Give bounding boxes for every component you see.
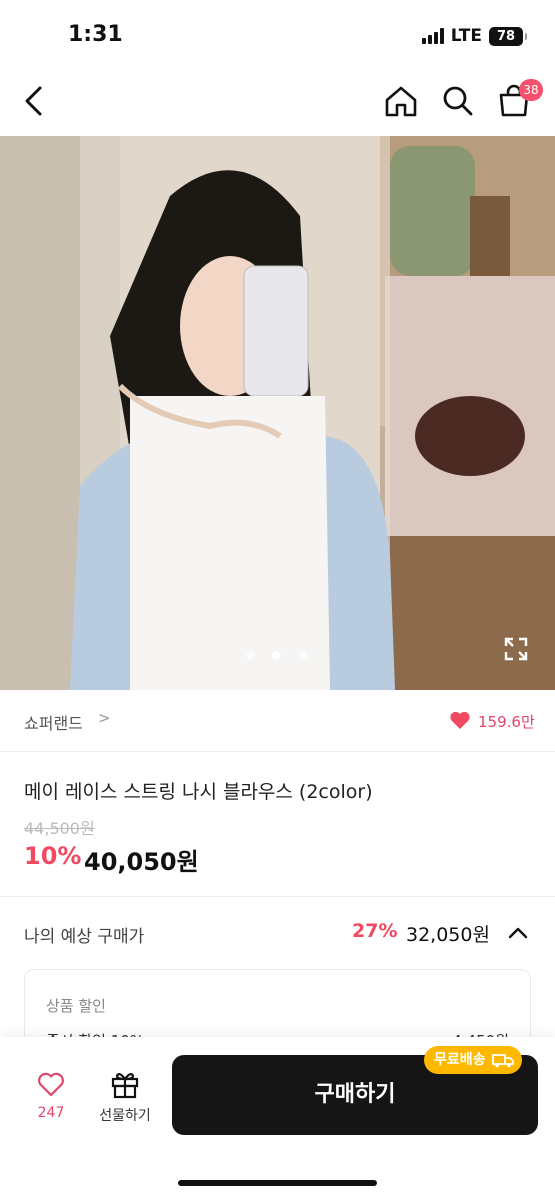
search-icon[interactable] [440,83,476,119]
section-divider [0,896,555,897]
home-indicator [178,1180,377,1186]
gift-button[interactable]: 선물하기 [90,1067,160,1129]
brand-name-link[interactable]: 쇼퍼랜드 [24,710,83,734]
battery-icon: 78 [489,26,527,46]
free-shipping-label: 무료배송 [434,1052,486,1068]
product-image[interactable] [0,136,555,690]
brand-row: 쇼퍼랜드 > 159.6만 [0,690,555,752]
like-count: 159.6만 [478,713,535,731]
product-title: 메이 레이스 스트링 나시 블라우스 (2color) [24,781,373,803]
wishlist-count: 247 [37,1105,65,1121]
home-icon[interactable] [383,83,419,119]
pagination-dot[interactable] [246,651,255,660]
status-time: 1:31 [68,22,123,47]
image-pagination [246,651,307,660]
product-photo [0,136,555,690]
signal-icon [421,28,444,44]
network-label: LTE [450,26,482,46]
sale-price: 40,050원 [84,848,199,876]
chevron-up-icon[interactable] [507,922,529,944]
status-bar: 1:31 LTE 78 [0,0,555,66]
delivery-truck-icon [491,1054,514,1068]
back-arrow-icon[interactable] [18,82,52,120]
expected-discount-rate: 27% [352,920,398,942]
gift-label: 선물하기 [99,1108,151,1124]
cart-count-badge: 38 [519,79,543,101]
chevron-right-icon[interactable]: > [98,709,111,727]
free-shipping-badge: 무료배송 [424,1046,522,1074]
discount-box-title: 상품 할인 [46,997,106,1015]
expected-price: 32,050원 [406,924,490,946]
expand-icon[interactable] [503,636,529,662]
wishlist-button[interactable]: 247 [24,1067,78,1129]
status-indicators: LTE 78 [421,26,527,46]
heart-filled-icon[interactable] [449,710,471,730]
original-price: 44,500원 [24,819,95,838]
gift-icon [111,1072,139,1099]
discount-rate: 10% [24,842,82,870]
expected-price-label: 나의 예상 구매가 [24,927,145,947]
pagination-dot-active[interactable] [272,651,281,660]
heart-outline-icon [38,1072,64,1097]
top-nav [0,66,555,136]
pagination-dot[interactable] [298,651,307,660]
